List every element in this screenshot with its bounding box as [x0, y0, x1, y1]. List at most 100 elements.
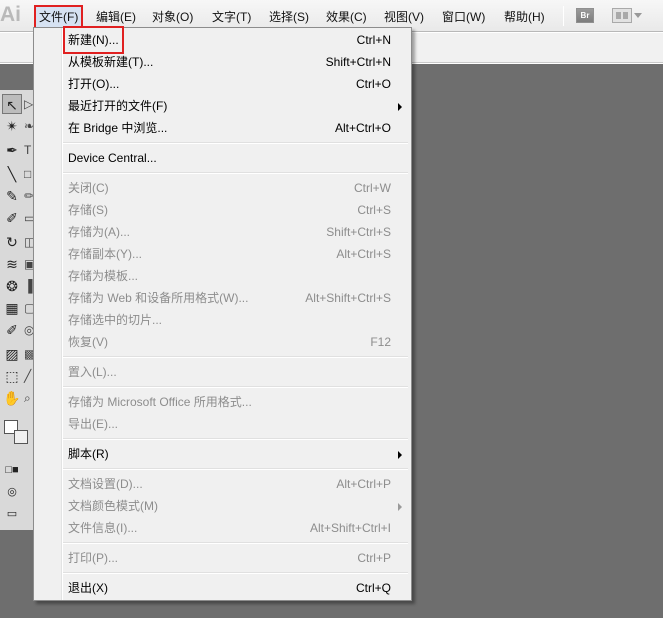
menu-item-shortcut: Alt+Shift+Ctrl+I — [309, 521, 391, 535]
eyedropper-tool-icon[interactable]: ✐ — [2, 320, 22, 340]
menu-item-device-central[interactable]: Device Central... — [34, 147, 411, 169]
app-logo: Ai — [0, 3, 21, 26]
menu-item-recent-files[interactable]: 最近打开的文件(F) — [34, 95, 411, 117]
menu-item-label: 存储选中的切片... — [68, 313, 163, 327]
chevron-down-icon[interactable] — [634, 13, 642, 18]
bridge-button[interactable]: Br — [576, 8, 594, 23]
menu-separator — [63, 572, 408, 574]
menu-item-browse-in-bridge[interactable]: 在 Bridge 中浏览... Alt+Ctrl+O — [34, 117, 411, 139]
menu-item-new[interactable]: 新建(N)... Ctrl+N — [34, 26, 411, 54]
menu-separator — [63, 468, 408, 470]
menu-item-save-for-web[interactable]: 存储为 Web 和设备所用格式(W)... Alt+Shift+Ctrl+S — [34, 287, 411, 309]
screen-mode-icon[interactable]: ▭ — [2, 504, 22, 524]
live-paint-tool-icon[interactable]: ▨ — [2, 344, 22, 364]
menu-item-save-copy[interactable]: 存储副本(Y)... Alt+Ctrl+S — [34, 243, 411, 265]
workspace-layout-icon[interactable] — [612, 8, 632, 23]
line-tool-icon[interactable]: ╲ — [2, 164, 22, 184]
menu-item-document-color-mode[interactable]: 文档颜色模式(M) — [34, 495, 411, 517]
menu-separator — [63, 142, 408, 144]
stroke-color-swatch[interactable] — [14, 430, 28, 444]
draw-mode-icon[interactable]: ◎ — [2, 482, 22, 502]
menu-item-label: 最近打开的文件(F) — [68, 99, 168, 113]
menu-separator — [63, 356, 408, 358]
menu-object[interactable]: 对象(O) — [152, 7, 193, 27]
menu-item-print[interactable]: 打印(P)... Ctrl+P — [34, 547, 411, 569]
menu-item-label: 打印(P)... — [68, 551, 118, 565]
magic-wand-tool-icon[interactable]: ✴ — [2, 116, 22, 136]
menu-edit[interactable]: 编辑(E) — [96, 7, 136, 27]
menu-item-export[interactable]: 导出(E)... — [34, 413, 411, 435]
pen-tool-icon[interactable]: ✒ — [2, 140, 22, 160]
menu-item-shortcut: Ctrl+Q — [355, 581, 391, 595]
menu-item-label: 恢复(V) — [68, 335, 108, 349]
menu-item-save-as-template[interactable]: 存储为模板... — [34, 265, 411, 287]
menu-item-label: 新建(N)... — [63, 26, 124, 54]
menu-item-shortcut: Ctrl+S — [357, 203, 391, 217]
menu-separator — [63, 438, 408, 440]
menu-item-label: Device Central... — [68, 151, 157, 165]
menu-separator — [63, 542, 408, 544]
submenu-arrow-icon — [398, 503, 402, 511]
menu-item-document-setup[interactable]: 文档设置(D)... Alt+Ctrl+P — [34, 473, 411, 495]
menu-item-revert[interactable]: 恢复(V) F12 — [34, 331, 411, 353]
menu-item-shortcut: Alt+Ctrl+S — [336, 247, 391, 261]
menu-separator — [63, 386, 408, 388]
menu-item-label: 脚本(R) — [68, 447, 109, 461]
menu-item-label: 文件信息(I)... — [68, 521, 138, 535]
menu-item-shortcut: Alt+Ctrl+P — [336, 477, 391, 491]
menu-item-file-info[interactable]: 文件信息(I)... Alt+Shift+Ctrl+I — [34, 517, 411, 539]
menu-item-shortcut: Ctrl+O — [355, 77, 391, 91]
menu-item-label: 导出(E)... — [68, 417, 118, 431]
menu-item-label: 存储副本(Y)... — [68, 247, 142, 261]
app-window: Ai 文件(F) 编辑(E) 对象(O) 文字(T) 选择(S) 效果(C) 视… — [0, 0, 663, 618]
paintbrush-tool-icon[interactable]: ✎ — [2, 186, 22, 206]
submenu-arrow-icon — [398, 103, 402, 111]
blob-brush-tool-icon[interactable]: ✐ — [2, 208, 22, 228]
menu-item-open[interactable]: 打开(O)... Ctrl+O — [34, 73, 411, 95]
menu-help[interactable]: 帮助(H) — [504, 7, 545, 27]
rotate-tool-icon[interactable]: ↻ — [2, 232, 22, 252]
hand-tool-icon[interactable]: ✋ — [2, 388, 22, 408]
menubar-divider — [563, 6, 564, 26]
submenu-arrow-icon — [398, 451, 402, 459]
artboard-tool-icon[interactable]: ⬚ — [2, 366, 22, 386]
menu-item-shortcut: Ctrl+W — [354, 181, 391, 195]
menu-item-label: 关闭(C) — [68, 181, 109, 195]
menu-item-scripts[interactable]: 脚本(R) — [34, 443, 411, 465]
menu-item-new-from-template[interactable]: 从模板新建(T)... Shift+Ctrl+N — [34, 51, 411, 73]
menu-item-shortcut: Alt+Shift+Ctrl+S — [305, 291, 391, 305]
menu-item-save-for-office[interactable]: 存储为 Microsoft Office 所用格式... — [34, 391, 411, 413]
menu-item-exit[interactable]: 退出(X) Ctrl+Q — [34, 577, 411, 599]
menu-effect[interactable]: 效果(C) — [326, 7, 367, 27]
tools-panel: ↖ ▷ ✴ ❧ ✒ T ╲ □ ✎ ✏ ✐ ▭ ↻ ◫ ≋ ▣ ❂ ▐ ▦ ▢ … — [0, 90, 36, 530]
menu-item-label: 在 Bridge 中浏览... — [68, 121, 168, 135]
menu-item-save[interactable]: 存储(S) Ctrl+S — [34, 199, 411, 221]
menu-item-label: 文档设置(D)... — [68, 477, 143, 491]
menu-file[interactable]: 文件(F) — [33, 5, 84, 29]
menu-window[interactable]: 窗口(W) — [442, 7, 485, 27]
menu-item-save-selected-slices[interactable]: 存储选中的切片... — [34, 309, 411, 331]
menu-item-shortcut: Shift+Ctrl+N — [325, 55, 391, 69]
symbol-sprayer-tool-icon[interactable]: ❂ — [2, 276, 22, 296]
selection-tool-icon[interactable]: ↖ — [2, 94, 22, 114]
menu-item-label: 存储(S) — [68, 203, 108, 217]
menu-item-label: 存储为 Web 和设备所用格式(W)... — [68, 291, 249, 305]
menu-item-label: 存储为模板... — [68, 269, 139, 283]
menu-select[interactable]: 选择(S) — [269, 7, 309, 27]
menu-item-place[interactable]: 置入(L)... — [34, 361, 411, 383]
color-mode-icon[interactable]: □■ — [2, 460, 22, 480]
menu-item-label: 从模板新建(T)... — [68, 55, 154, 69]
warp-tool-icon[interactable]: ≋ — [2, 254, 22, 274]
menu-item-label: 置入(L)... — [68, 365, 117, 379]
menu-item-label: 文档颜色模式(M) — [68, 499, 158, 513]
menu-item-label: 打开(O)... — [68, 77, 120, 91]
menu-item-label: 存储为(A)... — [68, 225, 130, 239]
menu-type[interactable]: 文字(T) — [212, 7, 251, 27]
menu-item-save-as[interactable]: 存储为(A)... Shift+Ctrl+S — [34, 221, 411, 243]
menu-item-close[interactable]: 关闭(C) Ctrl+W — [34, 177, 411, 199]
menu-item-label: 退出(X) — [68, 581, 108, 595]
menu-view[interactable]: 视图(V) — [384, 7, 424, 27]
file-menu-dropdown: 新建(N)... Ctrl+N 从模板新建(T)... Shift+Ctrl+N… — [33, 26, 412, 601]
menu-item-shortcut: F12 — [370, 335, 391, 349]
mesh-tool-icon[interactable]: ▦ — [2, 298, 22, 318]
